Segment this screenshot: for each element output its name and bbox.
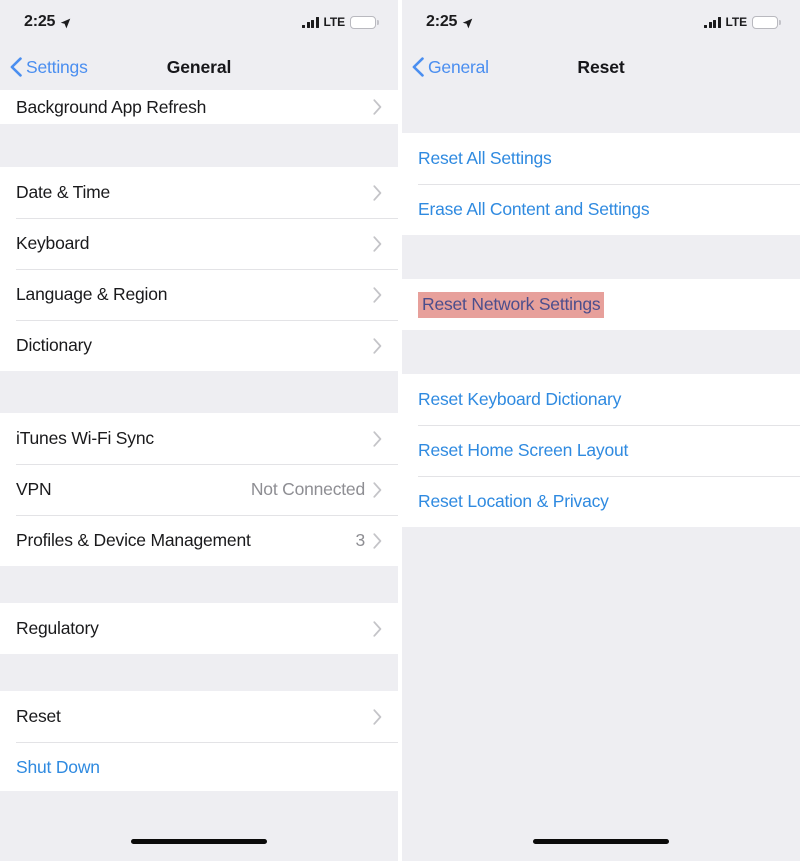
status-bar-right: LTE bbox=[704, 15, 781, 29]
status-time: 2:25 bbox=[426, 13, 458, 30]
section-gap bbox=[0, 371, 398, 413]
table-row[interactable]: Background App Refresh bbox=[0, 90, 398, 124]
back-button-settings[interactable]: Settings bbox=[0, 57, 88, 78]
battery-icon bbox=[752, 15, 781, 29]
section-gap bbox=[0, 124, 398, 167]
section-connectivity: iTunes Wi-Fi Sync VPN Not Connected Prof… bbox=[0, 413, 398, 566]
section-gap bbox=[402, 90, 800, 133]
row-label: iTunes Wi-Fi Sync bbox=[16, 428, 154, 448]
back-button-general[interactable]: General bbox=[402, 57, 489, 78]
reset-list: Reset All Settings Erase All Content and… bbox=[402, 90, 800, 791]
table-row-reset-network-settings[interactable]: Reset Network Settings bbox=[402, 279, 800, 330]
section-gap bbox=[0, 566, 398, 603]
nav-bar: General Reset bbox=[402, 44, 800, 90]
chevron-left-icon bbox=[412, 57, 424, 77]
home-indicator-area bbox=[402, 791, 800, 861]
section-reset: Reset Shut Down bbox=[0, 691, 398, 791]
chevron-right-icon bbox=[373, 99, 382, 115]
row-label: Reset Location & Privacy bbox=[418, 491, 609, 511]
row-label: Reset Keyboard Dictionary bbox=[418, 389, 622, 409]
status-bar-left: 2:25 bbox=[24, 13, 71, 31]
table-row-reset-keyboard-dictionary[interactable]: Reset Keyboard Dictionary bbox=[402, 374, 800, 425]
cellular-signal-icon bbox=[704, 17, 721, 28]
table-row[interactable]: VPN Not Connected bbox=[0, 464, 398, 515]
row-label: Regulatory bbox=[16, 618, 99, 638]
table-row-reset-home-screen-layout[interactable]: Reset Home Screen Layout bbox=[402, 425, 800, 476]
row-label: Shut Down bbox=[16, 757, 100, 777]
row-label: Reset All Settings bbox=[418, 148, 552, 168]
table-row-erase-all-content[interactable]: Erase All Content and Settings bbox=[402, 184, 800, 235]
section-background-refresh: Background App Refresh bbox=[0, 90, 398, 124]
section-gap bbox=[0, 654, 398, 691]
table-row[interactable]: Keyboard bbox=[0, 218, 398, 269]
back-button-label: General bbox=[428, 56, 489, 77]
row-label: Profiles & Device Management bbox=[16, 530, 251, 550]
chevron-right-icon bbox=[373, 708, 382, 725]
row-label: Reset Home Screen Layout bbox=[418, 440, 629, 460]
table-row[interactable]: Regulatory bbox=[0, 603, 398, 654]
nav-bar: Settings General bbox=[0, 44, 398, 90]
section-reset-network: Reset Network Settings bbox=[402, 279, 800, 330]
carrier-label: LTE bbox=[323, 15, 346, 29]
row-detail-value: 3 bbox=[355, 530, 365, 550]
table-row[interactable]: Dictionary bbox=[0, 320, 398, 371]
chevron-right-icon bbox=[373, 184, 382, 201]
row-label: Reset Network Settings bbox=[418, 291, 605, 318]
chevron-right-icon bbox=[373, 620, 382, 637]
chevron-right-icon bbox=[373, 430, 382, 447]
row-label: Keyboard bbox=[16, 233, 90, 253]
phone-screen-general: 2:25 LTE Settings General Background App… bbox=[0, 0, 398, 861]
status-time: 2:25 bbox=[24, 13, 56, 30]
location-arrow-icon bbox=[462, 16, 473, 28]
chevron-right-icon bbox=[373, 337, 382, 354]
row-label: Erase All Content and Settings bbox=[418, 199, 650, 219]
row-detail-value: Not Connected bbox=[250, 479, 365, 499]
phone-screen-reset: 2:25 LTE General Reset Reset All Setting… bbox=[402, 0, 800, 861]
table-row-reset-location-privacy[interactable]: Reset Location & Privacy bbox=[402, 476, 800, 527]
battery-icon bbox=[350, 15, 379, 29]
home-indicator-area bbox=[0, 791, 398, 861]
back-button-label: Settings bbox=[26, 56, 88, 77]
dual-screenshot-container: 2:25 LTE Settings General Background App… bbox=[0, 0, 800, 861]
status-bar: 2:25 LTE bbox=[402, 0, 800, 44]
home-indicator-bar[interactable] bbox=[131, 839, 267, 844]
row-label: VPN bbox=[16, 479, 52, 499]
section-gap bbox=[402, 330, 800, 374]
location-arrow-icon bbox=[60, 16, 71, 28]
table-row[interactable]: iTunes Wi-Fi Sync bbox=[0, 413, 398, 464]
table-row[interactable]: Profiles & Device Management 3 bbox=[0, 515, 398, 566]
status-bar: 2:25 LTE bbox=[0, 0, 398, 44]
section-reset-all: Reset All Settings Erase All Content and… bbox=[402, 133, 800, 235]
home-indicator-bar[interactable] bbox=[533, 839, 669, 844]
table-row[interactable]: Reset bbox=[0, 691, 398, 742]
chevron-right-icon bbox=[373, 286, 382, 303]
chevron-right-icon bbox=[373, 481, 382, 498]
section-gap bbox=[402, 235, 800, 279]
row-label: Dictionary bbox=[16, 335, 92, 355]
chevron-right-icon bbox=[373, 532, 382, 549]
row-label: Language & Region bbox=[16, 284, 168, 304]
row-label: Background App Refresh bbox=[16, 96, 207, 117]
settings-list: Background App Refresh Date & Time Keybo… bbox=[0, 90, 398, 791]
section-reset-other: Reset Keyboard Dictionary Reset Home Scr… bbox=[402, 374, 800, 527]
carrier-label: LTE bbox=[725, 15, 748, 29]
status-bar-left: 2:25 bbox=[426, 13, 473, 31]
row-label: Date & Time bbox=[16, 182, 111, 202]
status-bar-right: LTE bbox=[302, 15, 379, 29]
section-localization: Date & Time Keyboard Language & Region D… bbox=[0, 167, 398, 371]
chevron-right-icon bbox=[373, 235, 382, 252]
section-regulatory: Regulatory bbox=[0, 603, 398, 654]
chevron-left-icon bbox=[10, 57, 22, 77]
row-label: Reset bbox=[16, 706, 61, 726]
table-row[interactable]: Language & Region bbox=[0, 269, 398, 320]
table-row[interactable]: Date & Time bbox=[0, 167, 398, 218]
table-row-shut-down[interactable]: Shut Down bbox=[0, 742, 398, 791]
table-row-reset-all-settings[interactable]: Reset All Settings bbox=[402, 133, 800, 184]
cellular-signal-icon bbox=[302, 17, 319, 28]
